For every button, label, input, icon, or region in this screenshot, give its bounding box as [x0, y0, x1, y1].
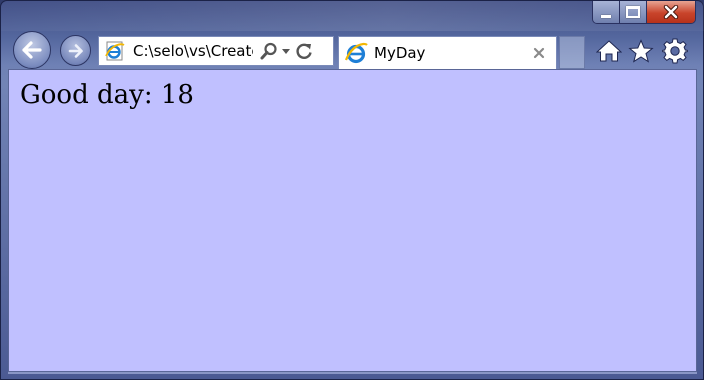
back-arrow-icon: [22, 41, 42, 59]
home-button[interactable]: [596, 38, 622, 64]
address-bar[interactable]: C:\selo\vs\CreateH: [98, 36, 334, 66]
star-icon: [628, 39, 654, 63]
search-icon[interactable]: [259, 41, 279, 61]
ie-page-icon: [105, 41, 125, 61]
home-icon: [596, 40, 622, 62]
chevron-down-icon[interactable]: [279, 41, 293, 61]
page-content: Good day: 18: [8, 69, 697, 372]
caption-buttons: [592, 1, 696, 24]
greeting-text: Good day: 18: [20, 80, 194, 110]
window-bottom-border: [8, 372, 697, 374]
close-icon: [533, 47, 545, 59]
favorites-button[interactable]: [628, 38, 654, 64]
back-button[interactable]: [13, 31, 51, 69]
ie-icon: [344, 42, 368, 64]
close-window-icon: [663, 5, 679, 19]
tools-button[interactable]: [662, 38, 688, 64]
close-window-button[interactable]: [647, 1, 695, 23]
minimize-icon: [601, 14, 611, 18]
maximize-button[interactable]: [620, 1, 647, 23]
close-tab-button[interactable]: [530, 44, 548, 62]
new-tab-button[interactable]: [559, 36, 585, 69]
tab-title: MyDay: [374, 44, 426, 62]
forward-button[interactable]: [60, 35, 91, 66]
refresh-icon[interactable]: [293, 41, 315, 61]
gear-icon: [662, 38, 688, 64]
minimize-button[interactable]: [593, 1, 620, 23]
tab-myday[interactable]: MyDay: [338, 36, 557, 69]
forward-arrow-icon: [68, 43, 83, 58]
address-input[interactable]: C:\selo\vs\CreateH: [133, 42, 253, 60]
address-actions: [259, 41, 315, 61]
browser-window: C:\selo\vs\CreateH MyDay: [0, 0, 704, 380]
maximize-icon: [626, 6, 640, 18]
